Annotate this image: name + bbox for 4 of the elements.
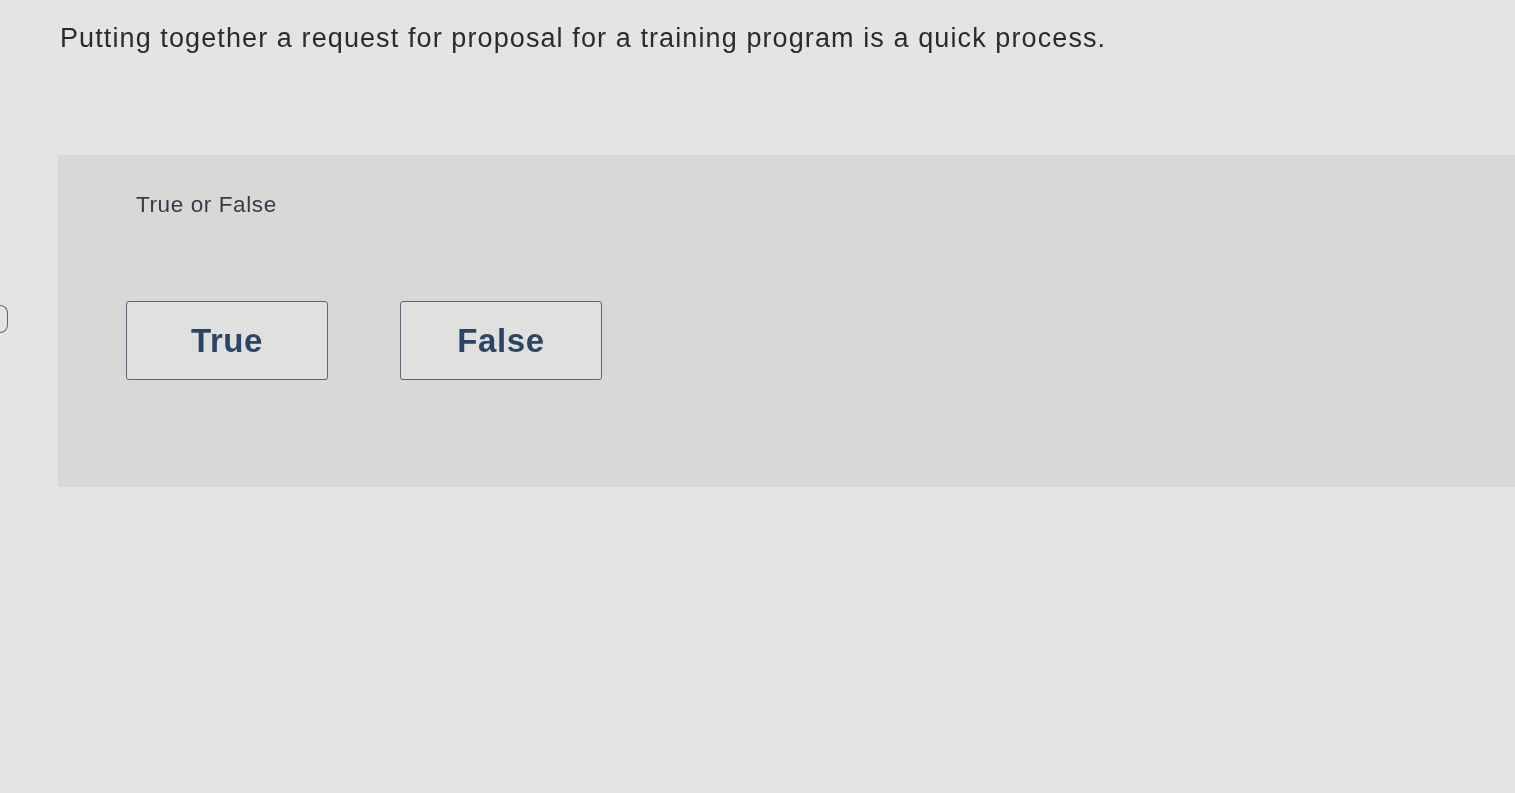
question-text: Putting together a request for proposal for a training program is a quick process. [60, 22, 1108, 54]
answer-option-button[interactable]: True [126, 301, 328, 380]
prompt-text: True or False [136, 191, 278, 219]
answer-option-button[interactable]: False [400, 301, 602, 380]
